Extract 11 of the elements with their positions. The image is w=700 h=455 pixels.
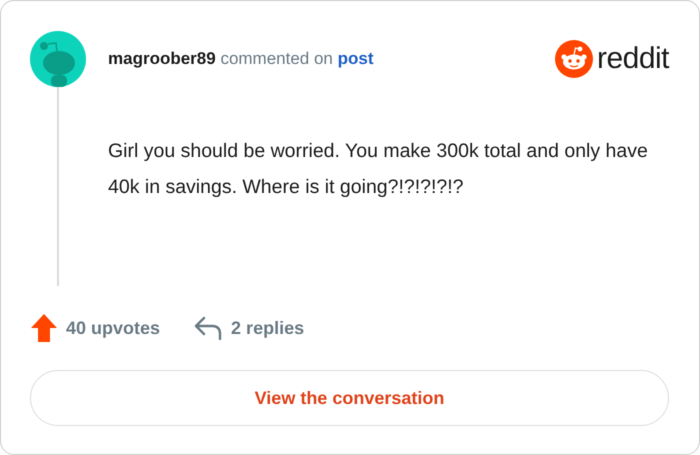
comment-byline: magroober89 commented on post (108, 49, 374, 69)
post-link[interactable]: post (338, 49, 374, 68)
reply-arrow-icon (194, 316, 222, 340)
comment-text: Girl you should be worried. You make 300k total and only have 40k in savings. Where is it going?!?!?!?!? (108, 139, 648, 200)
upvote-count: 40 upvotes (66, 318, 160, 338)
reply-count: 2 replies (231, 318, 304, 338)
alien-logo-icon (554, 40, 593, 78)
brand-wordmark: reddit (596, 42, 669, 76)
avatar-icon (30, 31, 86, 87)
view-conversation-button[interactable]: View the conversation (30, 370, 669, 426)
upvote-arrow-icon (31, 314, 57, 342)
